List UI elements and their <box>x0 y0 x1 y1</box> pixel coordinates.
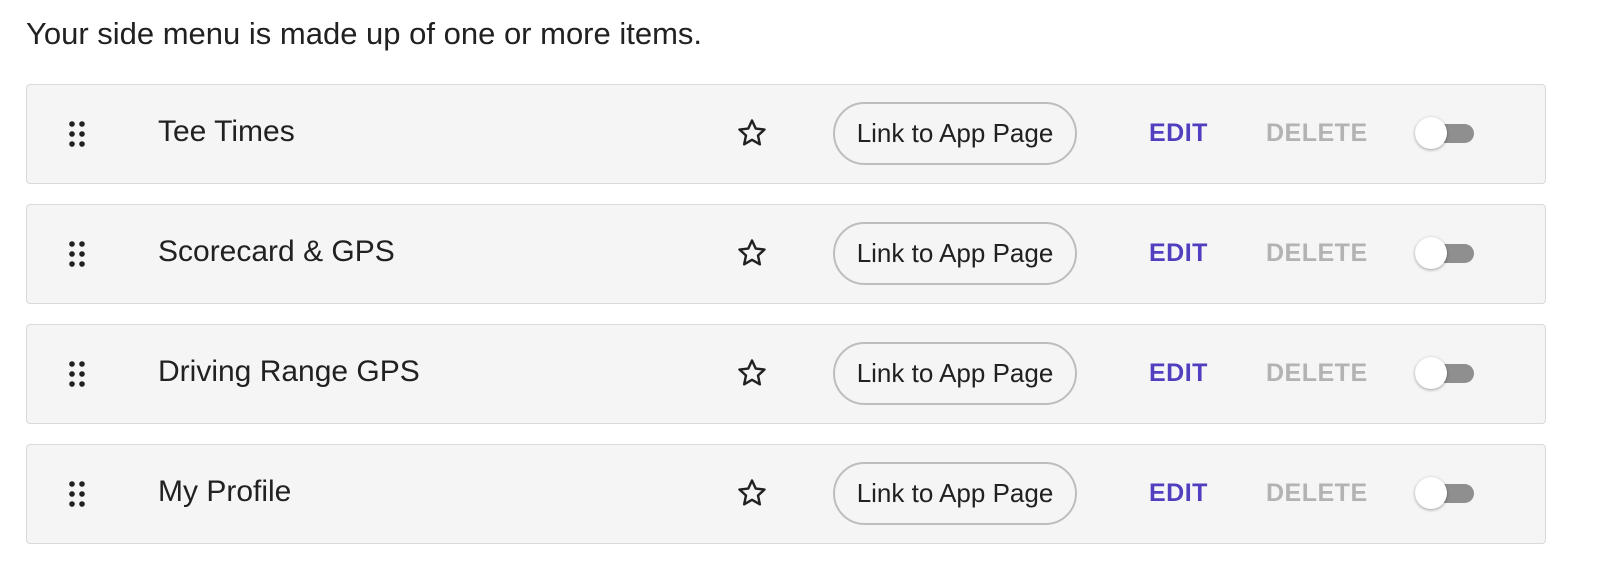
enable-toggle[interactable] <box>1415 116 1475 150</box>
toggle-thumb <box>1415 237 1447 269</box>
star-outline-icon[interactable] <box>736 117 768 149</box>
drag-handle-icon[interactable] <box>67 480 87 508</box>
delete-button[interactable]: DELETE <box>1266 116 1368 150</box>
toggle-thumb <box>1415 357 1447 389</box>
star-outline-icon[interactable] <box>736 357 768 389</box>
menu-item-label: Tee Times <box>158 115 295 148</box>
menu-item-row: My Profile Link to App Page EDIT DELETE <box>26 444 1546 544</box>
delete-button[interactable]: DELETE <box>1266 476 1368 510</box>
enable-toggle[interactable] <box>1415 476 1475 510</box>
edit-button[interactable]: EDIT <box>1149 236 1208 270</box>
drag-handle-icon[interactable] <box>67 120 87 148</box>
toggle-thumb <box>1415 477 1447 509</box>
edit-button[interactable]: EDIT <box>1149 476 1208 510</box>
menu-item-label: Scorecard & GPS <box>158 235 395 268</box>
link-to-app-page-button[interactable]: Link to App Page <box>833 342 1077 405</box>
menu-item-row: Tee Times Link to App Page EDIT DELETE <box>26 84 1546 184</box>
enable-toggle[interactable] <box>1415 236 1475 270</box>
delete-button[interactable]: DELETE <box>1266 356 1368 390</box>
side-menu-settings: Your side menu is made up of one or more… <box>0 0 1598 568</box>
edit-button[interactable]: EDIT <box>1149 356 1208 390</box>
delete-button[interactable]: DELETE <box>1266 236 1368 270</box>
menu-item-list: Tee Times Link to App Page EDIT DELETE S… <box>26 84 1546 564</box>
drag-handle-icon[interactable] <box>67 360 87 388</box>
edit-button[interactable]: EDIT <box>1149 116 1208 150</box>
link-to-app-page-button[interactable]: Link to App Page <box>833 462 1077 525</box>
star-outline-icon[interactable] <box>736 237 768 269</box>
toggle-thumb <box>1415 117 1447 149</box>
star-outline-icon[interactable] <box>736 477 768 509</box>
enable-toggle[interactable] <box>1415 356 1475 390</box>
intro-text: Your side menu is made up of one or more… <box>26 16 703 51</box>
menu-item-row: Driving Range GPS Link to App Page EDIT … <box>26 324 1546 424</box>
menu-item-label: Driving Range GPS <box>158 355 420 388</box>
menu-item-row: Scorecard & GPS Link to App Page EDIT DE… <box>26 204 1546 304</box>
menu-item-label: My Profile <box>158 475 292 508</box>
link-to-app-page-button[interactable]: Link to App Page <box>833 102 1077 165</box>
drag-handle-icon[interactable] <box>67 240 87 268</box>
link-to-app-page-button[interactable]: Link to App Page <box>833 222 1077 285</box>
